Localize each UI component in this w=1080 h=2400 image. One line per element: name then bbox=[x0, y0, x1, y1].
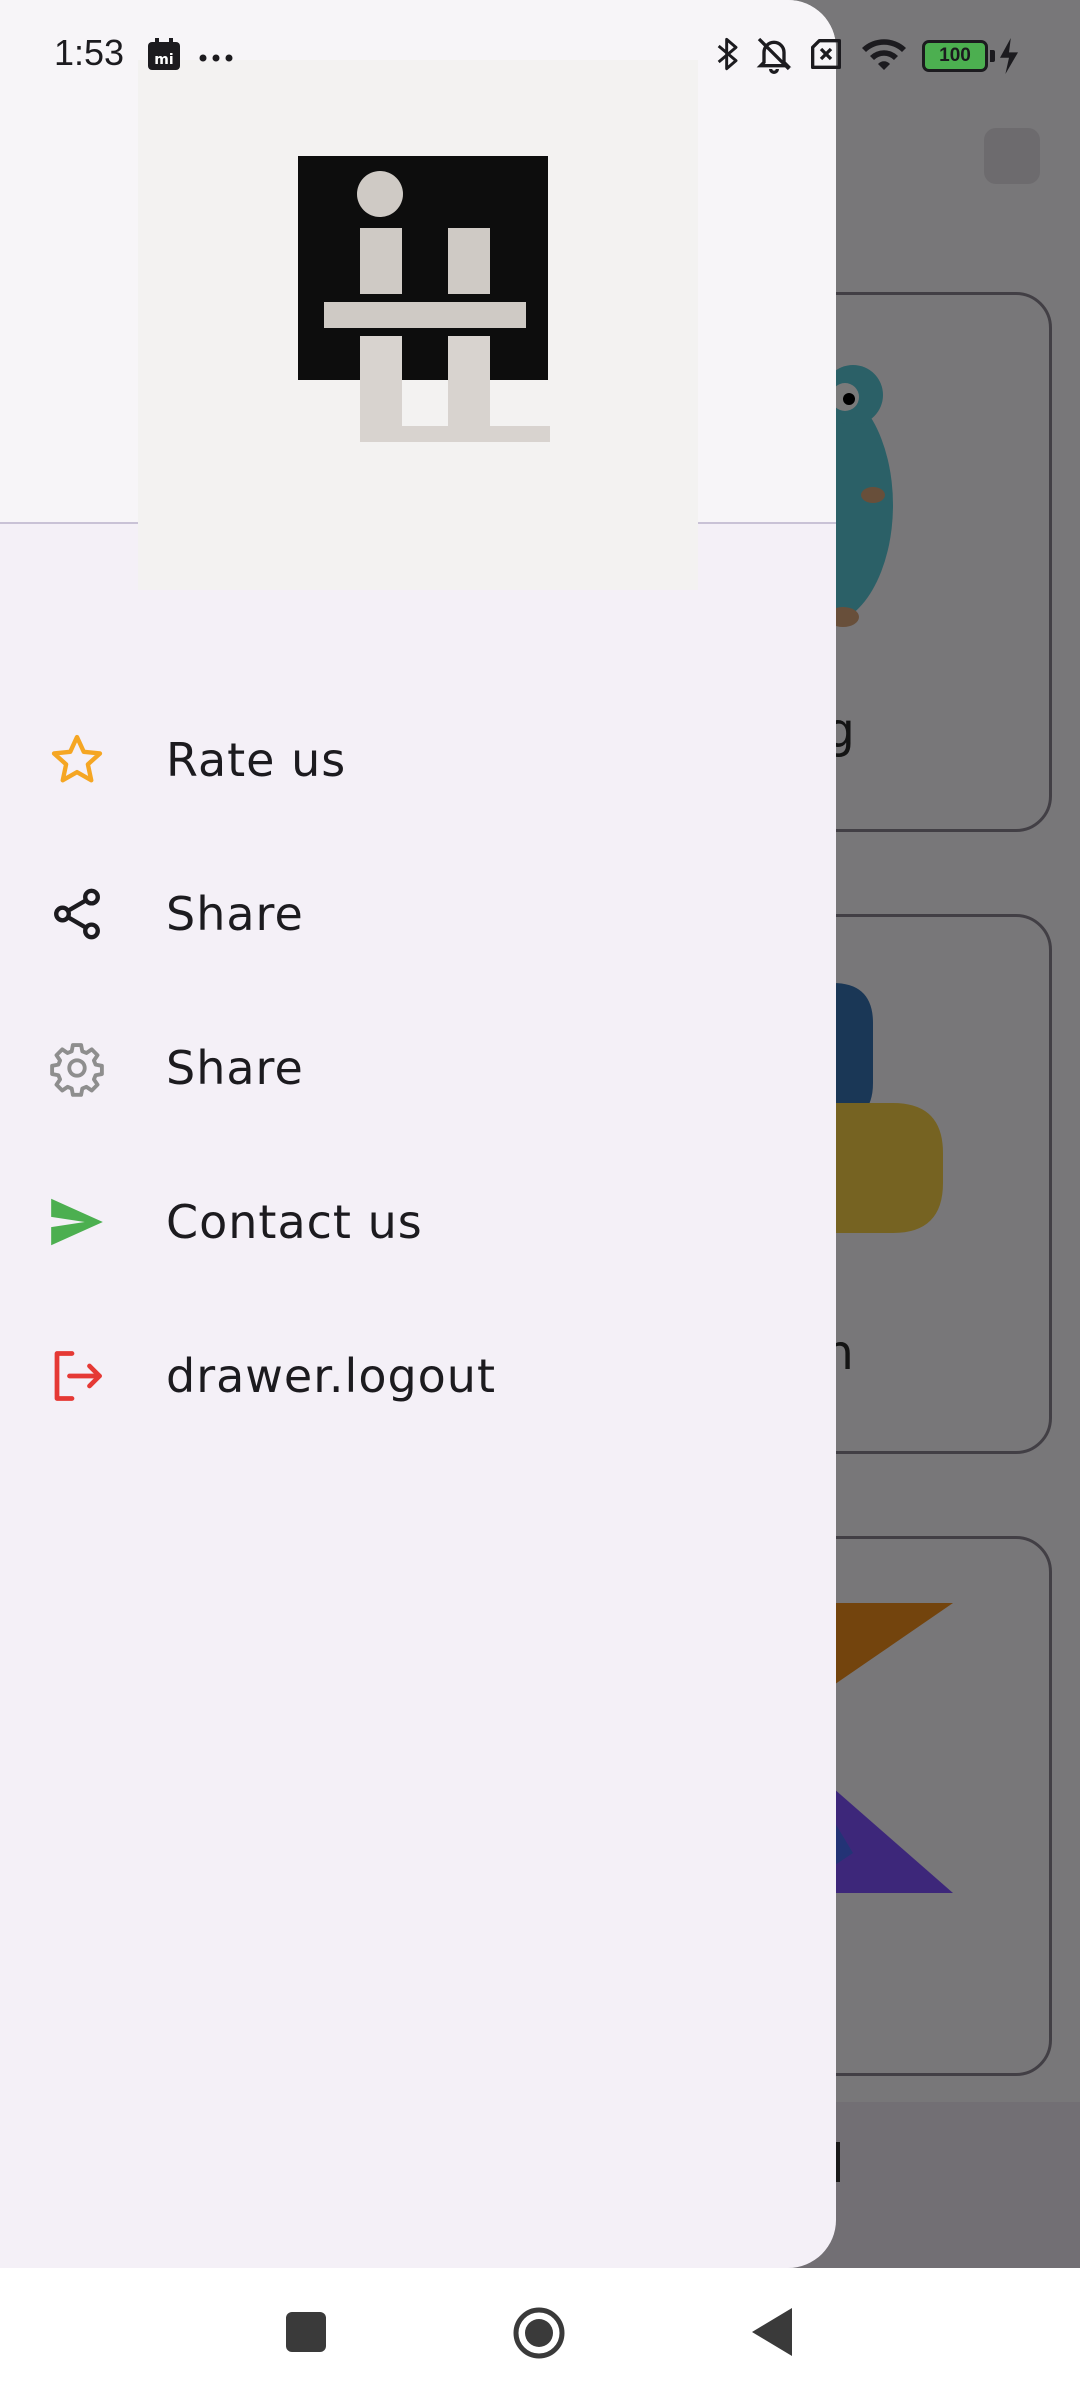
back-button[interactable] bbox=[752, 2308, 792, 2360]
wifi-icon bbox=[860, 34, 908, 78]
charging-icon bbox=[998, 38, 1020, 78]
mi-notification-icon: mi bbox=[146, 38, 182, 76]
system-navigation-bar bbox=[0, 2268, 1080, 2400]
logo-plate bbox=[138, 60, 698, 590]
send-icon bbox=[46, 1191, 108, 1253]
status-bar: 1:53 mi 100 bbox=[0, 0, 1080, 110]
menu-item-contact-us[interactable]: Contact us bbox=[0, 1152, 836, 1292]
menu-item-label: Contact us bbox=[166, 1195, 423, 1249]
battery-icon: 100 bbox=[922, 40, 988, 72]
menu-item-label: Share bbox=[166, 887, 304, 941]
more-dots-icon bbox=[198, 48, 234, 67]
menu-item-rate-us[interactable]: Rate us bbox=[0, 690, 836, 830]
battery-level: 100 bbox=[939, 45, 971, 66]
share-icon bbox=[46, 883, 108, 945]
menu-item-share[interactable]: Share bbox=[0, 844, 836, 984]
home-button[interactable] bbox=[512, 2306, 566, 2364]
star-icon bbox=[46, 729, 108, 791]
recents-button[interactable] bbox=[286, 2312, 326, 2356]
menu-item-label: drawer.logout bbox=[166, 1349, 496, 1403]
battery-tip bbox=[990, 50, 995, 62]
menu-item-settings[interactable]: Share bbox=[0, 998, 836, 1138]
menu-item-label: Share bbox=[166, 1041, 304, 1095]
logout-icon bbox=[46, 1345, 108, 1407]
menu-item-logout[interactable]: drawer.logout bbox=[0, 1306, 836, 1446]
bluetooth-icon bbox=[712, 34, 744, 78]
gear-icon bbox=[46, 1037, 108, 1099]
menu-item-label: Rate us bbox=[166, 733, 347, 787]
status-time: 1:53 bbox=[54, 32, 125, 73]
no-sim-icon bbox=[806, 34, 846, 78]
navigation-drawer: Rate us Share Share Contact us drawer.lo… bbox=[0, 0, 836, 2268]
bell-off-icon bbox=[754, 34, 794, 78]
svg-text:mi: mi bbox=[154, 52, 173, 68]
app-logo bbox=[298, 156, 550, 442]
